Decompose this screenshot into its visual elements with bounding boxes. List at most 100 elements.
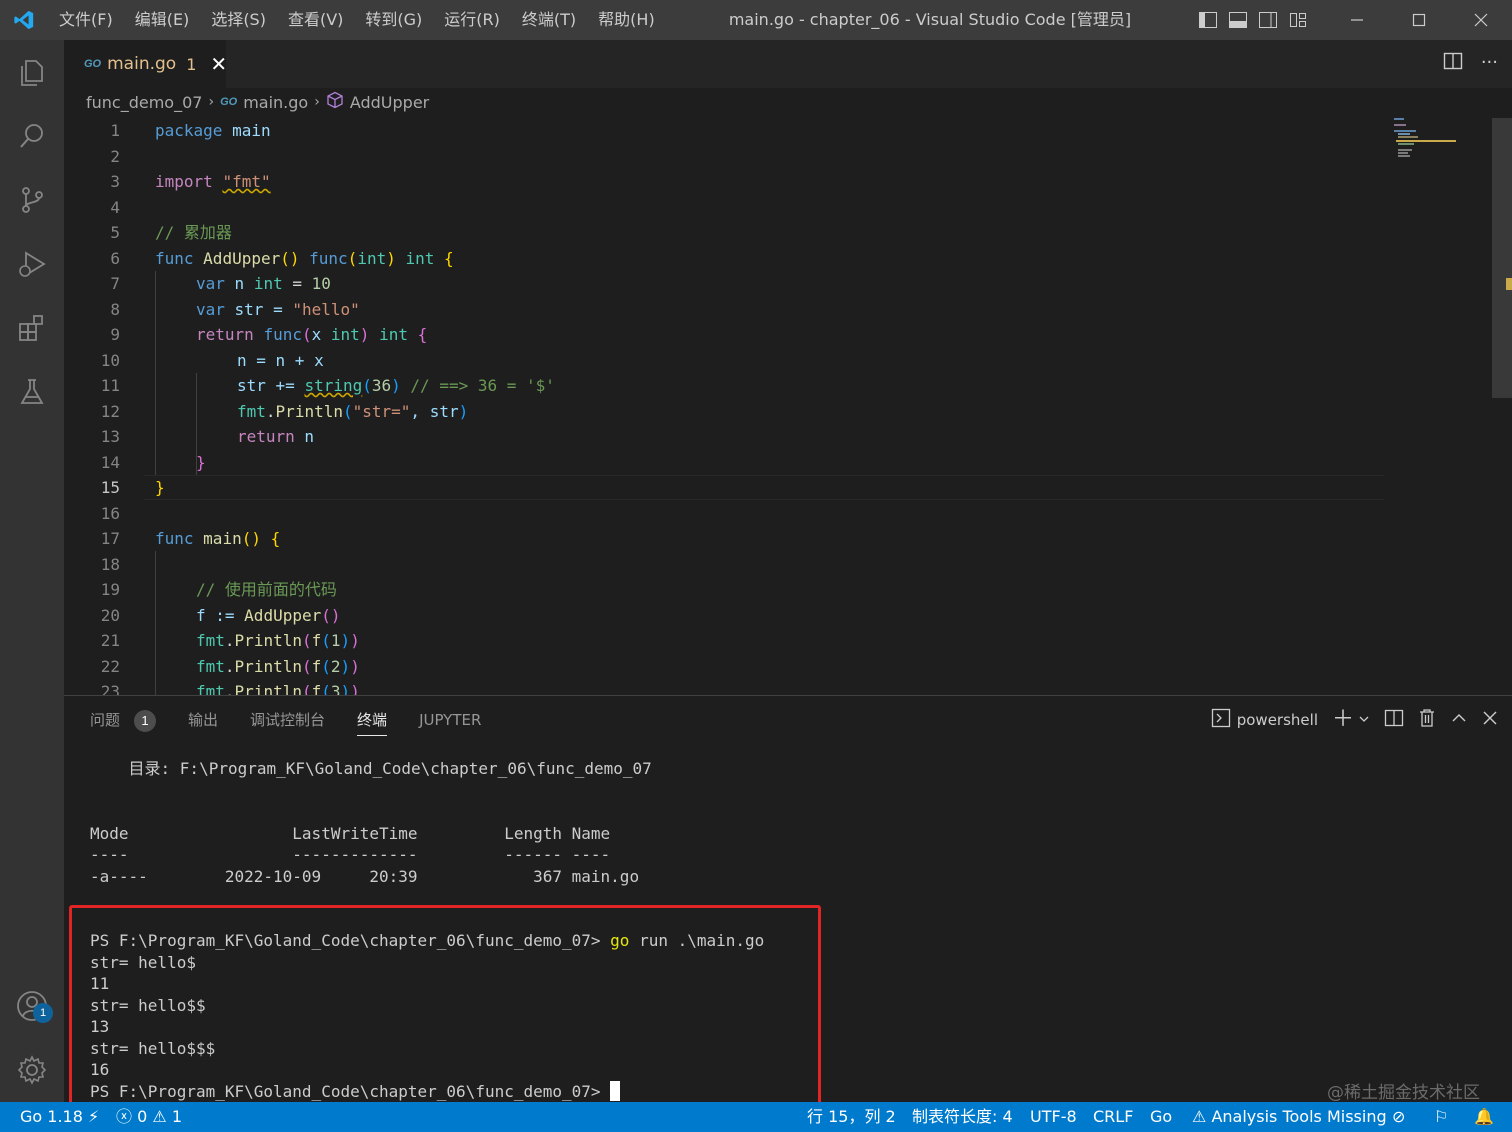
highlight-annotation-box (69, 905, 821, 1109)
problems-status[interactable]: ⓧ 0 ⚠ 1 (116, 1102, 182, 1132)
breadcrumb-file[interactable]: main.go (243, 93, 308, 112)
close-panel-icon[interactable] (1482, 710, 1498, 730)
code-line: 22 fmt.Println(f(2)) (100, 656, 360, 676)
tab-close-icon[interactable]: ✕ (210, 52, 227, 76)
problems-badge: 1 (134, 710, 157, 732)
code-line: 23 fmt.Println(f(3)) (100, 682, 360, 695)
split-terminal-icon[interactable] (1384, 709, 1404, 731)
customize-layout-icon[interactable] (1286, 8, 1310, 32)
tab-size-status[interactable]: 制表符长度: 4 (912, 1102, 1013, 1132)
extensions-icon[interactable] (0, 298, 64, 358)
menu-run[interactable]: 运行(R) (433, 0, 511, 40)
code-line: 2 (110, 146, 120, 166)
run-debug-icon[interactable] (0, 234, 64, 294)
breadcrumb: func_demo_07 › GO main.go › AddUpper (86, 90, 429, 114)
go-version-status[interactable]: Go 1.18 ⚡ (20, 1102, 99, 1132)
menu-edit[interactable]: 编辑(E) (124, 0, 201, 40)
encoding-status[interactable]: UTF-8 (1030, 1102, 1077, 1132)
analysis-tools-status[interactable]: ⚠ Analysis Tools Missing (1192, 1102, 1387, 1132)
toggle-sidebar-icon[interactable] (1196, 8, 1220, 32)
go-file-icon: GO (84, 58, 102, 70)
tab-problem-count: 1 (186, 54, 197, 74)
code-line: 19// 使用前面的代码 (100, 580, 337, 599)
code-line: 4 (110, 197, 120, 217)
menu-terminal[interactable]: 终端(T) (511, 0, 587, 40)
explorer-icon[interactable] (0, 42, 64, 102)
menu-bar: 文件(F) 编辑(E) 选择(S) 查看(V) 转到(G) 运行(R) 终端(T… (48, 0, 666, 40)
code-line: 5// 累加器 (110, 223, 232, 242)
code-line: 1 package main (110, 121, 271, 140)
settings-gear-icon[interactable] (0, 1040, 64, 1100)
more-actions-icon[interactable]: ··· (1481, 54, 1498, 72)
terminal-icon (1211, 708, 1231, 732)
minimize-icon[interactable] (1326, 0, 1388, 40)
tab-label: main.go (107, 54, 177, 74)
language-status[interactable]: Go (1150, 1102, 1172, 1132)
trash-icon[interactable] (1418, 708, 1436, 732)
code-line: 12 fmt.Println("str=", str) (100, 401, 469, 421)
menu-selection[interactable]: 选择(S) (200, 0, 277, 40)
chevron-right-icon: › (208, 94, 215, 110)
terminal-line: -a---- 2022-10-09 20:39 367 main.go (90, 866, 640, 886)
no-sync-icon[interactable]: ⊘ (1392, 1102, 1405, 1132)
search-icon[interactable] (0, 106, 64, 166)
menu-view[interactable]: 查看(V) (277, 0, 354, 40)
chevron-right-icon: › (314, 94, 320, 110)
go-file-icon: GO (220, 96, 238, 108)
code-line: 18 (100, 554, 120, 574)
code-line-active: 15} (64, 475, 1394, 501)
code-line: 11 str += string(36) // ==> 36 = '$' (100, 376, 555, 395)
tab-problems[interactable]: 问题 1 (90, 696, 172, 744)
shell-selector[interactable]: powershell (1237, 711, 1318, 729)
toggle-secondary-sidebar-icon[interactable] (1256, 8, 1280, 32)
tab-output[interactable]: 输出 (188, 696, 234, 744)
bottom-panel: 问题 1 输出 调试控制台 终端 JUPYTER powershell ＋ 目录:… (64, 695, 1512, 1109)
cursor-position-status[interactable]: 行 15，列 2 (807, 1102, 896, 1132)
error-icon: ⓧ (116, 1107, 133, 1126)
eol-status[interactable]: CRLF (1093, 1102, 1133, 1132)
warning-icon: ⚠ (152, 1107, 167, 1126)
split-editor-icon[interactable] (1443, 52, 1463, 74)
code-editor[interactable]: 1 package main 2 3 import "fmt" 4 5// 累加器 … (64, 118, 1394, 695)
editor-tab-bar: GO main.go 1 ✕ ··· (64, 40, 1512, 88)
accounts-badge: 1 (33, 1003, 53, 1023)
panel-actions: powershell ＋ (1211, 708, 1498, 732)
code-line: 9 return func(x int) int { (110, 325, 428, 344)
feedback-icon[interactable]: ⚐ (1434, 1102, 1448, 1132)
toggle-panel-icon[interactable] (1226, 8, 1250, 32)
chevron-down-icon[interactable] (1358, 711, 1370, 729)
lightning-icon: ⚡ (88, 1107, 100, 1126)
tab-debug-console[interactable]: 调试控制台 (250, 696, 341, 744)
tab-jupyter[interactable]: JUPYTER (419, 696, 497, 744)
close-window-icon[interactable] (1450, 0, 1512, 40)
code-line: 3 import "fmt" (110, 172, 271, 191)
window-controls (1326, 0, 1512, 40)
layout-controls (1196, 8, 1310, 32)
vscode-logo-icon (0, 0, 48, 40)
accounts-icon[interactable]: 1 (0, 976, 64, 1036)
testing-icon[interactable] (0, 362, 64, 422)
editor-scrollbar[interactable] (1492, 118, 1512, 398)
chevron-up-icon[interactable] (1450, 709, 1468, 731)
tab-terminal[interactable]: 终端 (357, 696, 403, 744)
window-title: main.go - chapter_06 - Visual Studio Cod… (728, 10, 1132, 29)
notifications-bell-icon[interactable]: 🔔 (1474, 1102, 1494, 1132)
menu-file[interactable]: 文件(F) (48, 0, 124, 40)
tab-main-go[interactable]: GO main.go 1 ✕ (64, 40, 227, 88)
code-line: 7 var n int = 10 (110, 274, 331, 293)
menu-go[interactable]: 转到(G) (354, 0, 433, 40)
code-line: 6 func AddUpper() func(int) int { (110, 248, 454, 268)
breadcrumb-folder[interactable]: func_demo_07 (86, 93, 202, 112)
terminal-line: ---- ------------- ------ ---- (90, 845, 611, 864)
code-line: 21 fmt.Println(f(1)) (100, 631, 360, 650)
activity-bar: 1 (0, 40, 64, 1102)
maximize-icon[interactable] (1388, 0, 1450, 40)
code-line: 14} (100, 452, 206, 472)
minimap[interactable] (1390, 118, 1490, 198)
new-terminal-icon[interactable]: ＋ (1332, 709, 1354, 731)
code-line: 8 var str = "hello" (110, 299, 360, 319)
source-control-icon[interactable] (0, 170, 64, 230)
breadcrumb-symbol[interactable]: AddUpper (350, 93, 429, 112)
watermark: @稀土掘金技术社区 (1327, 1083, 1480, 1103)
code-line: 17 func main() { (100, 529, 281, 548)
